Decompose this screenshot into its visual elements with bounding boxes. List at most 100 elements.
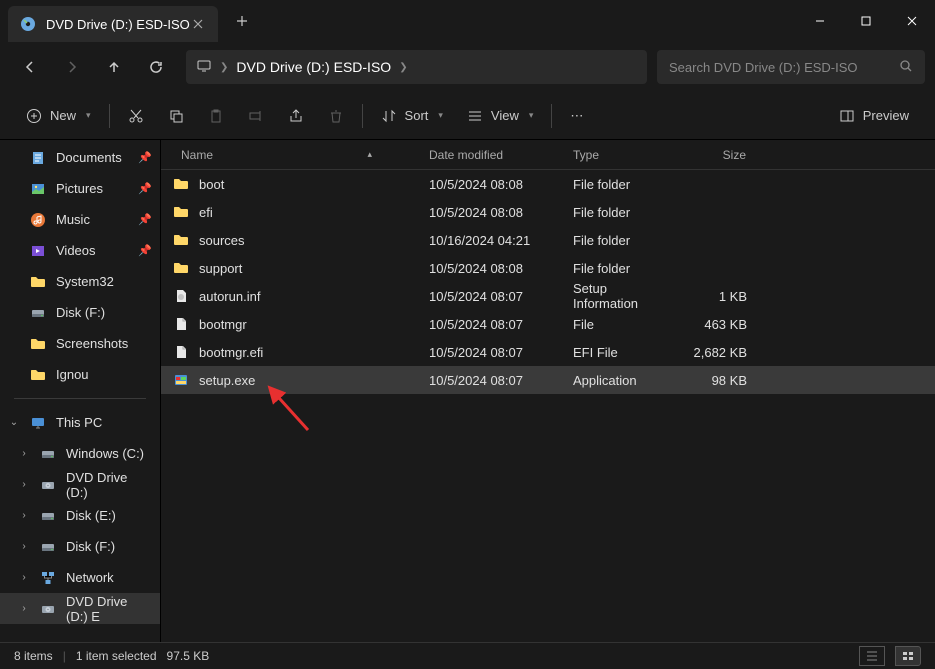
chevron-right-icon[interactable]: › [18,541,30,552]
sidebar-item[interactable]: Ignou [0,359,160,390]
sidebar-item[interactable]: Disk (F:) [0,297,160,328]
sidebar[interactable]: Documents📌Pictures📌Music📌Videos📌System32… [0,140,160,642]
sidebar-item[interactable]: ›Windows (C:) [0,438,160,469]
file-row[interactable]: setup.exe 10/5/2024 08:07 Application 98… [161,366,935,394]
file-row[interactable]: sources 10/16/2024 04:21 File folder [161,226,935,254]
sort-button[interactable]: Sort ▾ [369,98,455,134]
paste-button[interactable] [196,98,236,134]
chevron-right-icon[interactable]: › [18,479,30,490]
refresh-button[interactable] [136,49,176,85]
view-icon [467,108,483,124]
chevron-right-icon[interactable]: › [18,572,30,583]
more-icon: ⋯ [570,108,583,124]
sidebar-item[interactable]: Documents 📌 [0,142,160,173]
main: Documents📌Pictures📌Music📌Videos📌System32… [0,140,935,642]
file-list: Name▴ Date modified Type Size boot 10/5/… [160,140,935,642]
rename-button[interactable] [236,98,276,134]
column-type[interactable]: Type [565,140,681,169]
new-tab-button[interactable] [226,5,258,37]
up-button[interactable] [94,49,134,85]
sidebar-item[interactable]: › Network [0,562,160,593]
folder-icon [30,274,46,290]
file-row[interactable]: efi 10/5/2024 08:08 File folder [161,198,935,226]
doc-icon [30,150,46,166]
file-type: File folder [565,233,681,248]
search-box[interactable] [657,50,925,84]
forward-button[interactable] [52,49,92,85]
separator [14,398,146,399]
back-button[interactable] [10,49,50,85]
address-bar[interactable]: ❯ DVD Drive (D:) ESD-ISO ❯ [186,50,647,84]
sidebar-item[interactable]: Screenshots [0,328,160,359]
preview-button[interactable]: Preview [827,98,921,134]
pin-icon: 📌 [138,151,152,164]
new-label: New [50,108,76,123]
file-date: 10/5/2024 08:07 [421,289,565,304]
file-row[interactable]: bootmgr 10/5/2024 08:07 File 463 KB [161,310,935,338]
pin-icon: 📌 [138,213,152,226]
sidebar-item[interactable]: Pictures📌 [0,173,160,204]
sidebar-this-pc[interactable]: ⌄ This PC [0,407,160,438]
share-icon [288,108,304,124]
sidebar-label: System32 [56,274,114,289]
sidebar-label: Documents [56,150,122,165]
file-date: 10/5/2024 08:07 [421,345,565,360]
sidebar-item[interactable]: › DVD Drive (D:) E [0,593,160,624]
chevron-right-icon[interactable]: › [18,448,30,459]
column-headers: Name▴ Date modified Type Size [161,140,935,170]
file-size: 98 KB [681,373,759,388]
file-row[interactable]: support 10/5/2024 08:08 File folder [161,254,935,282]
more-button[interactable]: ⋯ [558,98,595,134]
file-type: File folder [565,261,681,276]
sidebar-label: Network [66,570,114,585]
chevron-down-icon[interactable]: ⌄ [8,417,20,428]
sidebar-item[interactable]: ›DVD Drive (D:) [0,469,160,500]
sidebar-label: Pictures [56,181,103,196]
maximize-button[interactable] [843,0,889,42]
window-tab[interactable]: DVD Drive (D:) ESD-ISO [8,6,218,42]
details-view-button[interactable] [859,646,885,666]
search-input[interactable] [669,60,899,75]
share-button[interactable] [276,98,316,134]
column-date[interactable]: Date modified [421,140,565,169]
chevron-right-icon[interactable]: › [18,603,30,614]
video-icon [30,243,46,259]
icons-view-button[interactable] [895,646,921,666]
dvd-icon [40,601,56,617]
sidebar-item[interactable]: ›Disk (E:) [0,500,160,531]
sidebar-item[interactable]: ›Disk (F:) [0,531,160,562]
file-date: 10/5/2024 08:08 [421,177,565,192]
tab-title: DVD Drive (D:) ESD-ISO [46,17,190,32]
folder-icon [30,336,46,352]
exe-icon [173,372,189,388]
column-size[interactable]: Size [681,140,759,169]
file-row[interactable]: bootmgr.efi 10/5/2024 08:07 EFI File 2,6… [161,338,935,366]
monitor-icon [196,58,212,77]
folder-icon [30,367,46,383]
file-row[interactable]: boot 10/5/2024 08:08 File folder [161,170,935,198]
cut-button[interactable] [116,98,156,134]
minimize-button[interactable] [797,0,843,42]
sidebar-item[interactable]: System32 [0,266,160,297]
close-button[interactable] [889,0,935,42]
sidebar-label: Screenshots [56,336,128,351]
sidebar-label: DVD Drive (D:) E [66,594,152,624]
net-icon [40,570,56,586]
new-button[interactable]: New ▾ [14,98,103,134]
file-row[interactable]: autorun.inf 10/5/2024 08:07 Setup Inform… [161,282,935,310]
file-type: EFI File [565,345,681,360]
copy-icon [168,108,184,124]
selection-count: 1 item selected [76,649,157,663]
copy-button[interactable] [156,98,196,134]
tab-close-button[interactable] [190,16,206,32]
sidebar-item[interactable]: Videos📌 [0,235,160,266]
pin-icon: 📌 [138,244,152,257]
sidebar-item[interactable]: Music📌 [0,204,160,235]
disk-icon [40,539,56,555]
column-name[interactable]: Name▴ [161,140,421,169]
delete-icon [328,108,344,124]
delete-button[interactable] [316,98,356,134]
sidebar-label: This PC [56,415,102,430]
chevron-right-icon[interactable]: › [18,510,30,521]
view-button[interactable]: View ▾ [455,98,545,134]
